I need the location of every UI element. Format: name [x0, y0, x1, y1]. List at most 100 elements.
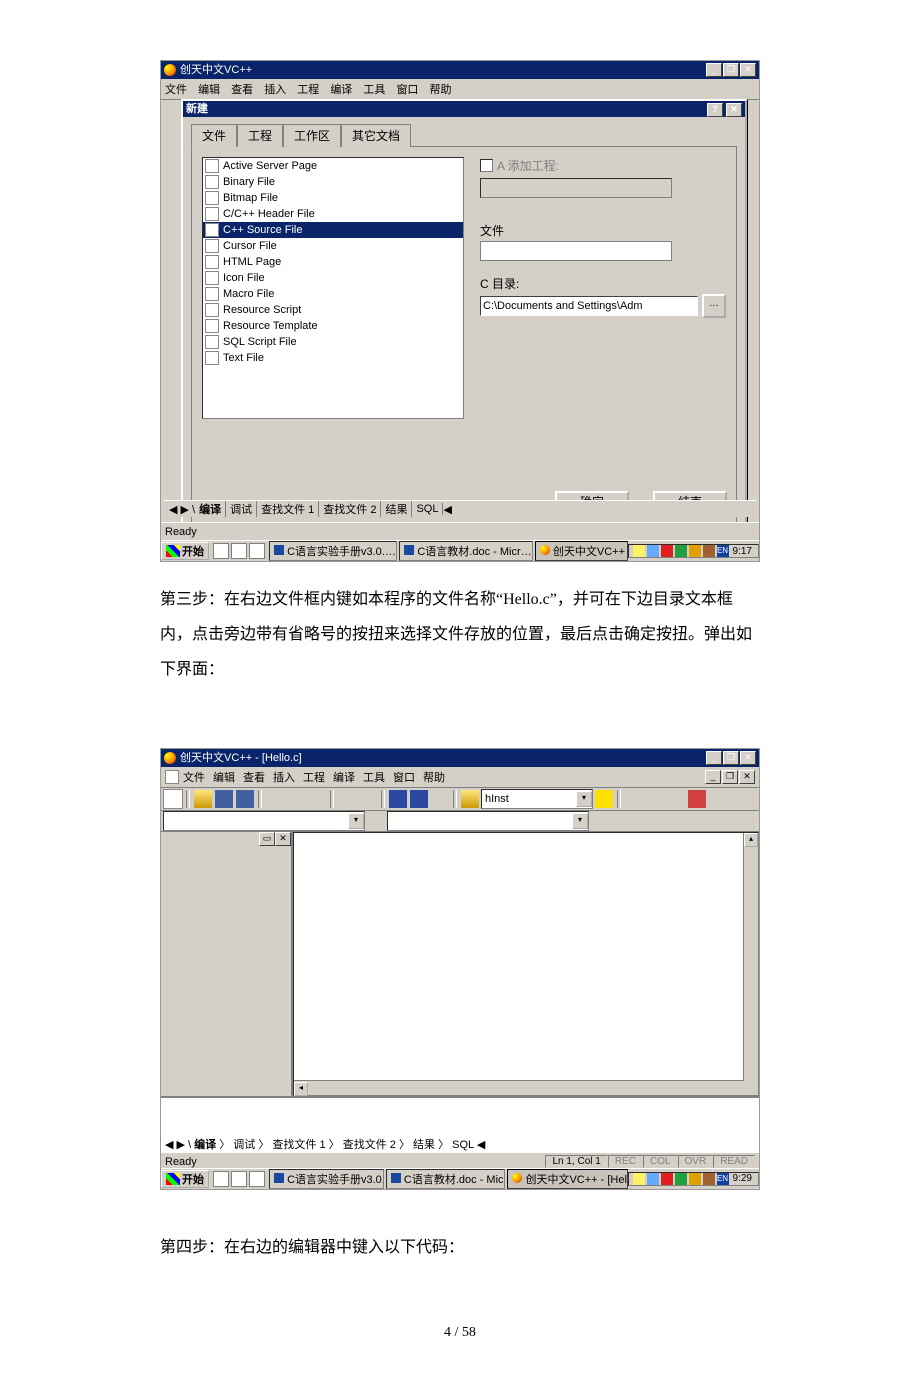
vertical-scrollbar[interactable]: ▴	[743, 833, 758, 1095]
output-tab-build[interactable]: 编译	[195, 501, 226, 517]
menu-tools[interactable]: 工具	[363, 769, 385, 785]
menu-project[interactable]: 工程	[303, 769, 325, 785]
chevron-down-icon[interactable]: ▾	[576, 791, 592, 807]
wizard-icon[interactable]	[591, 811, 611, 831]
breakpoint-icon[interactable]	[729, 789, 749, 809]
output-tab-find1[interactable]: 查找文件 1	[272, 1139, 325, 1151]
menu-insert[interactable]: 插入	[273, 769, 295, 785]
output-tab-results[interactable]: 结果	[413, 1139, 435, 1151]
stop-build-icon[interactable]	[666, 789, 686, 809]
tray-icon[interactable]	[675, 1173, 687, 1185]
network-icon[interactable]	[647, 545, 659, 557]
menu-window[interactable]: 窗口	[396, 84, 418, 96]
pane-close-icon[interactable]: ✕	[275, 832, 291, 846]
tray-icon[interactable]	[689, 1173, 701, 1185]
pane-dock-icon[interactable]: ▭	[259, 832, 275, 846]
window-list-icon[interactable]	[430, 789, 450, 809]
menu-file[interactable]: 文件	[183, 769, 205, 785]
find-in-files-icon[interactable]	[460, 789, 480, 809]
find-combo[interactable]: hInst ▾	[481, 789, 593, 809]
paste-icon[interactable]	[307, 789, 327, 809]
maximize-button[interactable]: ❐	[723, 63, 739, 77]
menu-tools[interactable]: 工具	[363, 84, 385, 96]
menu-view[interactable]: 查看	[243, 769, 265, 785]
tab-file[interactable]: 文件	[191, 124, 237, 147]
add-to-project-checkbox[interactable]	[480, 159, 493, 172]
cut-icon[interactable]	[265, 789, 285, 809]
horizontal-scrollbar[interactable]: ◂	[294, 1080, 744, 1095]
new-icon[interactable]	[163, 789, 183, 809]
menu-help[interactable]: 帮助	[423, 769, 445, 785]
menu-edit[interactable]: 编辑	[213, 769, 235, 785]
find-icon[interactable]	[594, 789, 614, 809]
mdi-close-button[interactable]: ✕	[739, 770, 755, 784]
start-button[interactable]: 开始	[161, 542, 209, 560]
dialog-help-button[interactable]: ?	[707, 103, 723, 117]
minimize-button[interactable]: _	[706, 63, 722, 77]
tab-workspace[interactable]: 工作区	[283, 124, 341, 147]
output-tab-build[interactable]: 编译	[194, 1139, 216, 1151]
save-icon[interactable]	[214, 789, 234, 809]
build-icon[interactable]	[645, 789, 665, 809]
tab-project[interactable]: 工程	[237, 124, 283, 147]
output-icon[interactable]	[409, 789, 429, 809]
file-type-list[interactable]: Active Server Page Binary File Bitmap Fi…	[202, 157, 464, 419]
desktop-icon[interactable]	[231, 543, 247, 559]
tray-icon[interactable]	[661, 545, 673, 557]
open-icon[interactable]	[193, 789, 213, 809]
close-button[interactable]: ✕	[740, 751, 756, 765]
go-icon[interactable]	[708, 789, 728, 809]
class-combo[interactable]: ▾	[163, 811, 365, 831]
desktop-icon[interactable]	[231, 1171, 247, 1187]
menu-window[interactable]: 窗口	[393, 769, 415, 785]
menu-help[interactable]: 帮助	[430, 84, 452, 96]
start-button[interactable]: 开始	[161, 1170, 209, 1188]
output-tab-find1[interactable]: 查找文件 1	[257, 501, 319, 517]
workspace-pane[interactable]: ▭ ✕	[161, 832, 293, 1096]
menu-project[interactable]: 工程	[297, 84, 319, 96]
minimize-button[interactable]: _	[706, 751, 722, 765]
browse-button[interactable]: …	[702, 294, 726, 318]
menu-file[interactable]: 文件	[165, 84, 187, 96]
tray-icon[interactable]	[661, 1173, 673, 1185]
tray-icon[interactable]	[689, 545, 701, 557]
media-icon[interactable]	[249, 543, 265, 559]
mdi-restore-button[interactable]: ❐	[722, 770, 738, 784]
close-button[interactable]: ✕	[740, 63, 756, 77]
dialog-close-button[interactable]: ✕	[726, 103, 742, 117]
project-combo[interactable]	[480, 178, 672, 198]
output-tab-sql[interactable]: SQL	[452, 1139, 474, 1151]
menu-edit[interactable]: 编辑	[198, 84, 220, 96]
ime-icon[interactable]: EN	[717, 545, 729, 557]
execute-icon[interactable]	[687, 789, 707, 809]
output-tab-results[interactable]: 结果	[381, 501, 412, 517]
directory-input[interactable]: C:\Documents and Settings\Adm	[480, 296, 698, 316]
ime-icon[interactable]: EN	[717, 1173, 729, 1185]
workspace-icon[interactable]	[388, 789, 408, 809]
mdi-minimize-button[interactable]: _	[705, 770, 721, 784]
menu-insert[interactable]: 插入	[264, 84, 286, 96]
tab-other[interactable]: 其它文档	[341, 124, 411, 147]
tray-icon[interactable]	[703, 1173, 715, 1185]
output-tab-debug[interactable]: 调试	[233, 1139, 255, 1151]
media-icon[interactable]	[249, 1171, 265, 1187]
file-name-input[interactable]	[480, 241, 672, 261]
menu-view[interactable]: 查看	[231, 84, 253, 96]
output-tab-debug[interactable]: 调试	[226, 501, 257, 517]
member-combo[interactable]: ▾	[387, 811, 589, 831]
ie-icon[interactable]	[213, 543, 229, 559]
ie-icon[interactable]	[213, 1171, 229, 1187]
menu-build[interactable]: 编译	[330, 84, 352, 96]
network-icon[interactable]	[647, 1173, 659, 1185]
code-editor[interactable]: ▴ ◂	[293, 832, 759, 1096]
tray-icon[interactable]	[703, 545, 715, 557]
menu-build[interactable]: 编译	[333, 769, 355, 785]
output-tab-find2[interactable]: 查找文件 2	[319, 501, 381, 517]
tray-icon[interactable]	[675, 545, 687, 557]
maximize-button[interactable]: ❐	[723, 751, 739, 765]
compile-icon[interactable]	[624, 789, 644, 809]
save-all-icon[interactable]	[235, 789, 255, 809]
volume-icon[interactable]	[633, 1173, 645, 1185]
copy-icon[interactable]	[286, 789, 306, 809]
redo-icon[interactable]	[358, 789, 378, 809]
